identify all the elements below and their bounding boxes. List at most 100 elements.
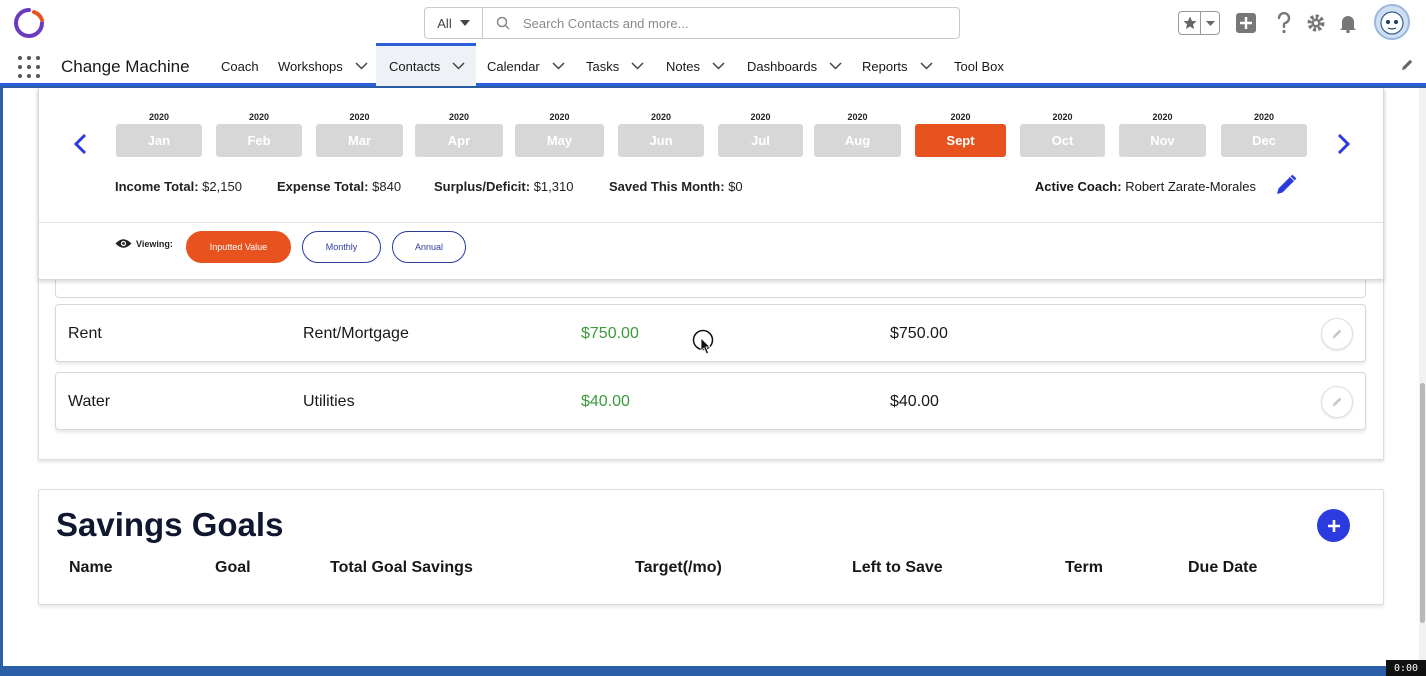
month-jun[interactable]: 2020 Jun xyxy=(618,112,704,157)
expense-category: Utilities xyxy=(303,393,355,410)
view-inputted-value-button[interactable]: Inputted Value xyxy=(186,231,291,263)
chevron-right-icon[interactable] xyxy=(1333,132,1353,156)
nav-item-label: Contacts xyxy=(389,58,441,74)
saved-this-month-label: Saved This Month: xyxy=(609,179,725,194)
active-coach: Active Coach: Robert Zarate-Morales xyxy=(1035,179,1256,194)
user-avatar[interactable] xyxy=(1374,4,1410,40)
edit-expense-button[interactable] xyxy=(1321,386,1353,418)
global-header: All xyxy=(0,0,1426,46)
month-year: 2020 xyxy=(750,112,771,122)
search-input[interactable] xyxy=(523,8,959,38)
nav-item-tasks[interactable]: Tasks xyxy=(586,46,644,86)
column-header-term: Term xyxy=(1065,559,1103,576)
main-content: Rent Rent/Mortgage $750.00 $750.00 Water… xyxy=(3,88,1419,666)
help-button[interactable] xyxy=(1273,12,1295,34)
month-button[interactable]: Sept xyxy=(915,124,1006,157)
view-annual-button[interactable]: Annual xyxy=(392,231,466,263)
month-sept[interactable]: 2020 Sept xyxy=(915,112,1006,157)
month-button[interactable]: Oct xyxy=(1020,124,1105,157)
favorites-star-button[interactable] xyxy=(1179,12,1201,34)
chevron-left-icon[interactable] xyxy=(71,132,91,156)
nav-item-tool-box[interactable]: Tool Box xyxy=(954,46,1004,86)
column-header-name: Name xyxy=(69,559,113,576)
plus-square-icon xyxy=(1236,13,1256,33)
eye-icon xyxy=(115,239,132,248)
expense-total-value: $840 xyxy=(372,179,402,194)
surplus-deficit-label: Surplus/Deficit: xyxy=(434,179,531,194)
month-aug[interactable]: 2020 Aug xyxy=(814,112,901,157)
month-year: 2020 xyxy=(148,112,170,122)
saved-this-month-value: $0 xyxy=(728,179,743,194)
search-icon xyxy=(483,8,523,38)
month-button[interactable]: Dec xyxy=(1221,124,1307,157)
setup-button[interactable] xyxy=(1305,12,1327,34)
month-button[interactable]: Apr xyxy=(415,124,503,157)
nav-item-label: Calendar xyxy=(487,58,540,74)
month-jan[interactable]: 2020 Jan xyxy=(116,112,202,157)
help-icon xyxy=(1277,12,1291,34)
chevron-down-icon[interactable] xyxy=(552,62,565,70)
view-monthly-button[interactable]: Monthly xyxy=(302,231,381,263)
month-button[interactable]: Jul xyxy=(718,124,803,157)
favorites-button-group xyxy=(1178,11,1220,35)
chevron-down-icon[interactable] xyxy=(829,62,842,70)
month-oct[interactable]: 2020 Oct xyxy=(1020,112,1105,157)
nav-item-workshops[interactable]: Workshops xyxy=(278,46,368,86)
month-jul[interactable]: 2020 Jul xyxy=(718,112,803,157)
nav-item-label: Coach xyxy=(221,58,259,74)
month-button[interactable]: Jan xyxy=(116,124,202,157)
app-nav-bar: Change Machine Coach Workshops Contacts … xyxy=(0,43,1426,86)
month-dec[interactable]: 2020 Dec xyxy=(1221,112,1307,157)
search-scope-dropdown[interactable]: All xyxy=(425,8,483,38)
column-header-total-goal-savings: Total Goal Savings xyxy=(330,559,473,576)
mouse-cursor-icon xyxy=(692,329,714,355)
scrollbar-thumb[interactable] xyxy=(1420,383,1425,623)
edit-coach-button[interactable] xyxy=(1275,174,1297,201)
month-apr[interactable]: 2020 Apr xyxy=(415,112,503,157)
chevron-down-icon[interactable] xyxy=(712,62,725,70)
global-actions-button[interactable] xyxy=(1235,12,1257,34)
month-year: 2020 xyxy=(1052,112,1073,122)
nav-item-dashboards[interactable]: Dashboards xyxy=(747,46,842,86)
bell-icon xyxy=(1340,16,1356,33)
table-row: Water Utilities $40.00 $40.00 xyxy=(55,372,1366,430)
month-nov[interactable]: 2020 Nov xyxy=(1119,112,1206,157)
add-savings-goal-button[interactable] xyxy=(1317,509,1350,542)
global-search: All xyxy=(424,7,960,39)
month-button[interactable]: May xyxy=(515,124,604,157)
chevron-down-icon[interactable] xyxy=(631,62,644,70)
month-mar[interactable]: 2020 Mar xyxy=(316,112,403,157)
surplus-deficit-value: $1,310 xyxy=(533,179,574,194)
nav-item-coach[interactable]: Coach xyxy=(221,46,259,86)
chevron-down-icon[interactable] xyxy=(452,62,465,70)
month-year: 2020 xyxy=(650,112,672,122)
nav-item-label: Tasks xyxy=(586,58,620,74)
page-scrollbar[interactable] xyxy=(1419,88,1426,666)
month-button[interactable]: Jun xyxy=(618,124,704,157)
edit-expense-button[interactable] xyxy=(1321,318,1353,350)
nav-item-calendar[interactable]: Calendar xyxy=(487,46,565,86)
nav-item-notes[interactable]: Notes xyxy=(666,46,725,86)
month-button[interactable]: Nov xyxy=(1119,124,1206,157)
month-button[interactable]: Mar xyxy=(316,124,403,157)
income-total-label: Income Total: xyxy=(115,179,199,194)
nav-item-reports[interactable]: Reports xyxy=(862,46,933,86)
month-feb[interactable]: 2020 Feb xyxy=(216,112,302,157)
app-logo-icon[interactable] xyxy=(12,6,46,40)
nav-item-contacts[interactable]: Contacts xyxy=(376,43,476,86)
month-may[interactable]: 2020 May xyxy=(515,112,604,157)
notifications-button[interactable] xyxy=(1337,12,1359,34)
pencil-icon xyxy=(1332,397,1342,407)
app-launcher-icon[interactable] xyxy=(18,56,40,78)
chevron-down-icon[interactable] xyxy=(355,62,368,70)
month-button[interactable]: Feb xyxy=(216,124,302,157)
column-header-due-date: Due Date xyxy=(1188,559,1258,576)
panel-divider xyxy=(39,222,1383,223)
favorites-menu-button[interactable] xyxy=(1201,12,1219,34)
gear-icon xyxy=(1307,14,1325,32)
edit-nav-button[interactable] xyxy=(1400,58,1414,77)
app-name: Change Machine xyxy=(61,57,190,76)
month-year: 2020 xyxy=(549,112,570,122)
month-button[interactable]: Aug xyxy=(814,124,901,157)
chevron-down-icon[interactable] xyxy=(920,62,933,70)
